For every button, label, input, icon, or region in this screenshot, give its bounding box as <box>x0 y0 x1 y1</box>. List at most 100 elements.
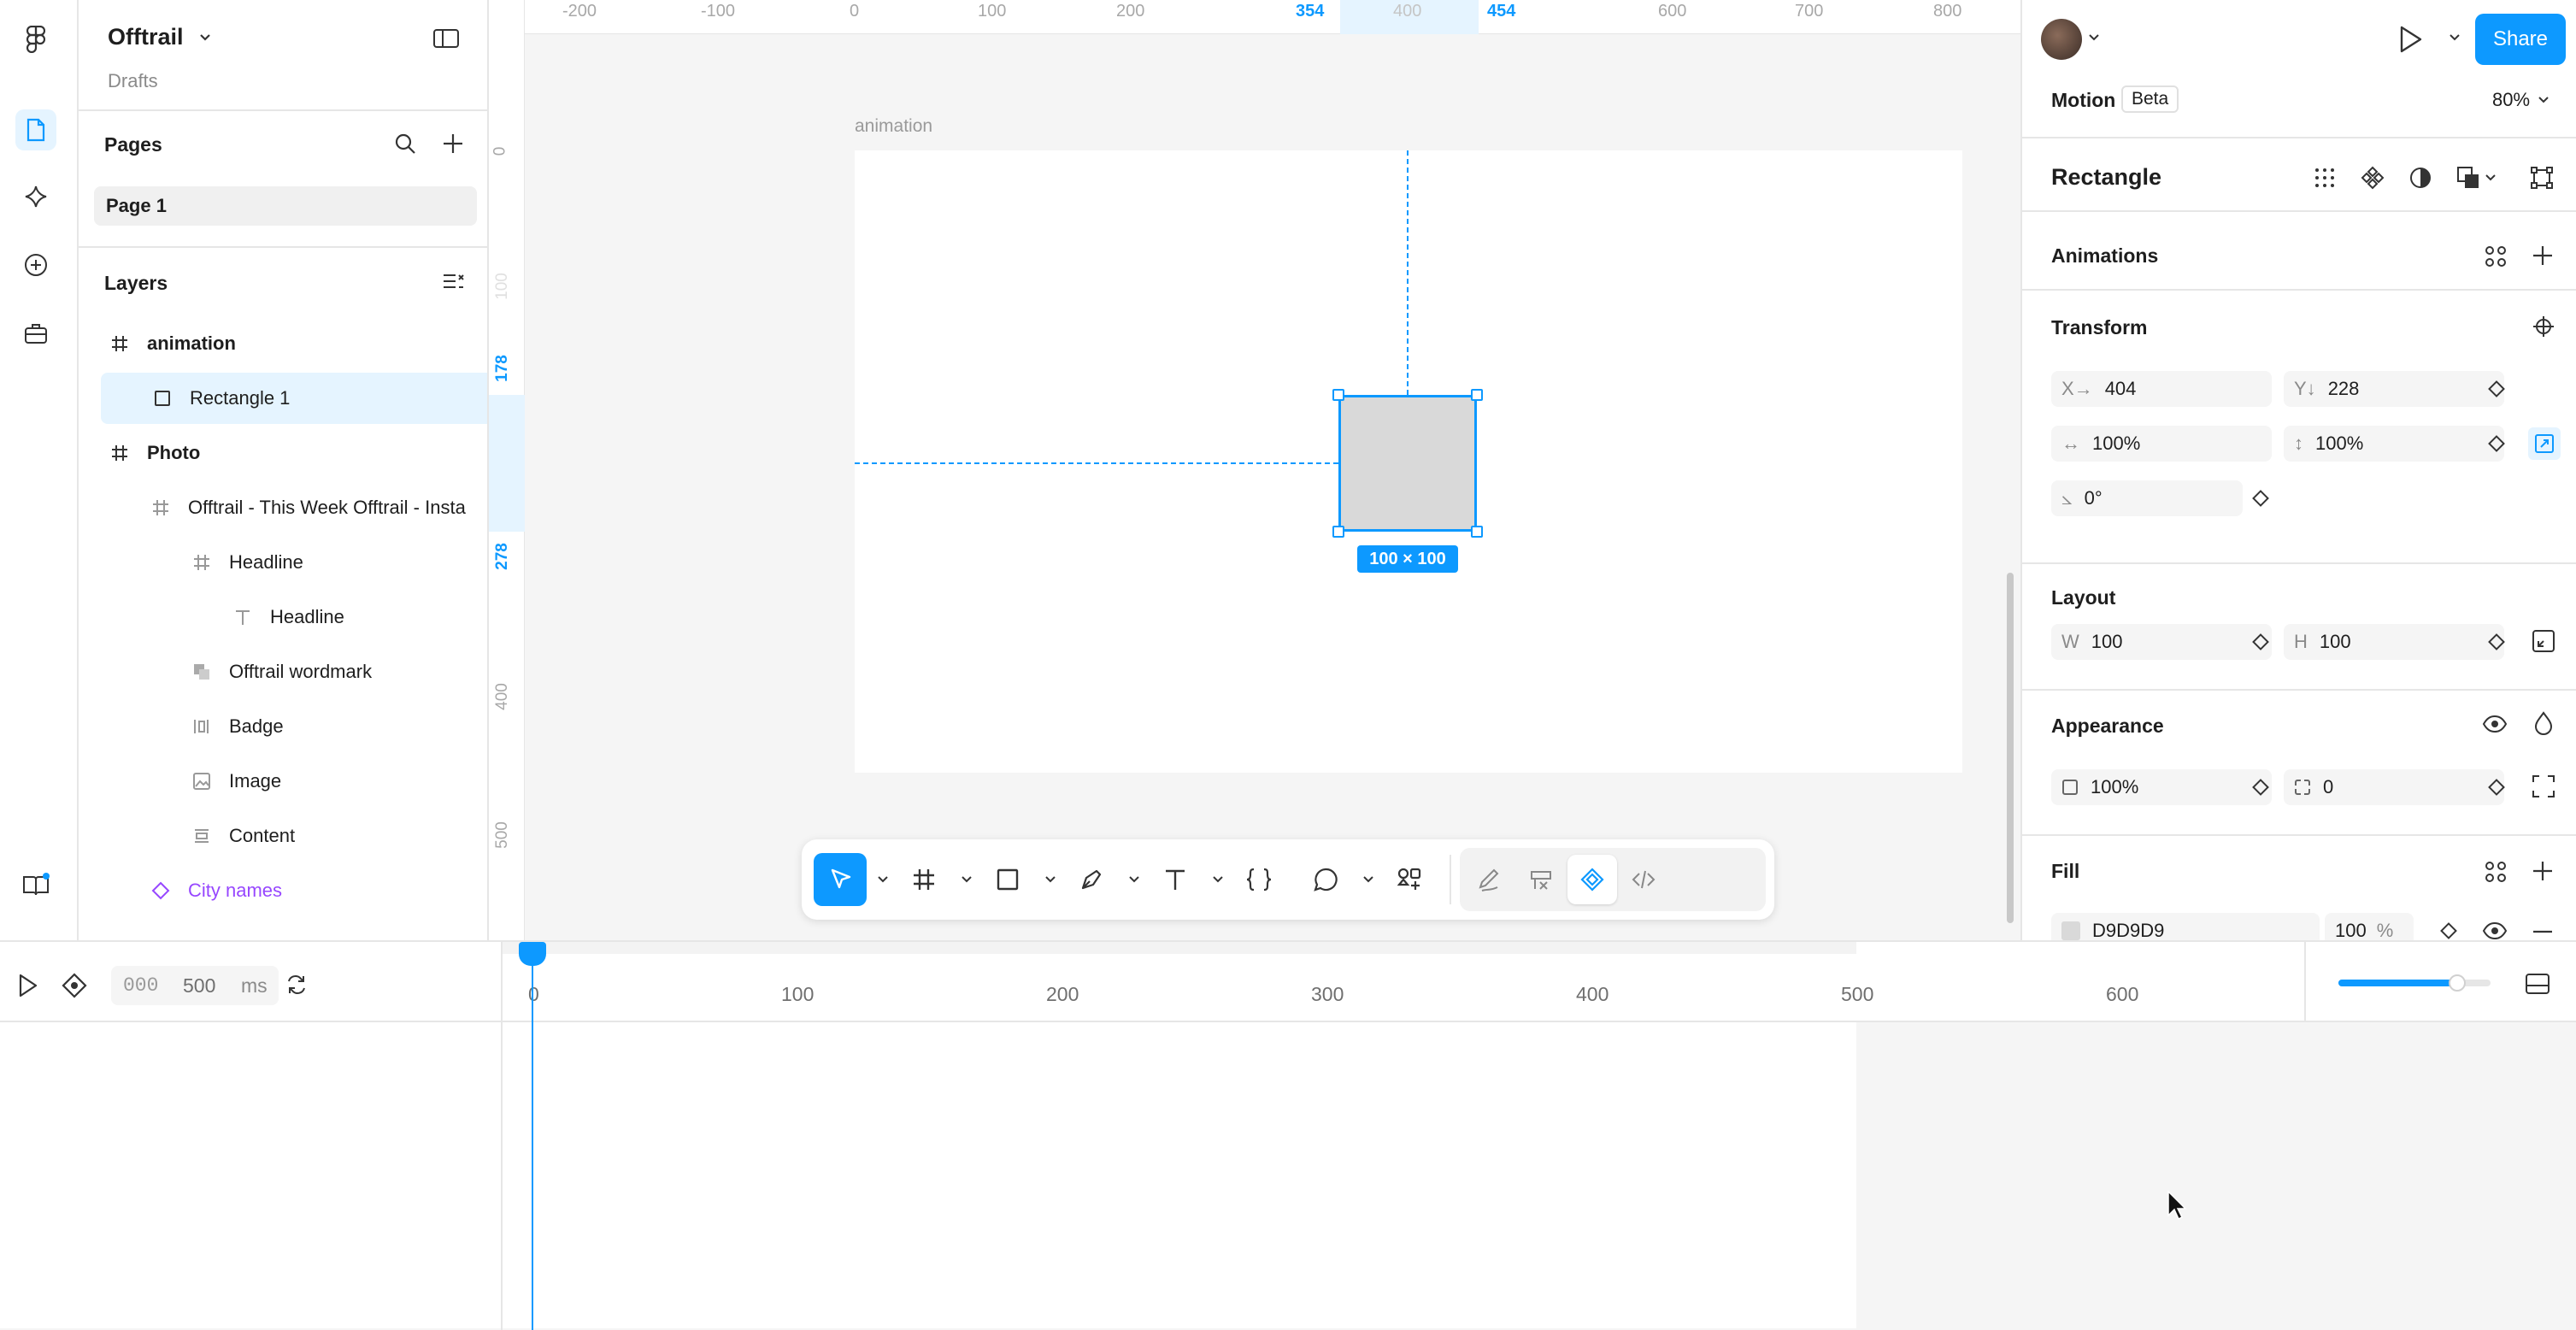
grid-dots-icon[interactable] <box>2313 166 2337 190</box>
zoom-menu[interactable]: 80% <box>2492 89 2549 111</box>
frame-label[interactable]: animation <box>855 116 932 137</box>
independent-corners-icon[interactable] <box>2532 774 2555 798</box>
layer-row[interactable]: Content <box>79 810 487 862</box>
layer-row[interactable]: Photo <box>79 427 487 479</box>
chevron-down-icon[interactable] <box>1043 872 1058 887</box>
height-field[interactable]: H 100 <box>2284 624 2504 660</box>
scale-height-field[interactable]: ↕ 100% <box>2284 426 2504 462</box>
add-page-icon[interactable] <box>441 132 465 156</box>
blend-drop-icon[interactable] <box>2533 711 2554 735</box>
layer-row[interactable]: Headline <box>79 591 487 643</box>
panel-layout-icon[interactable] <box>2525 973 2550 995</box>
chevron-down-icon[interactable] <box>2450 34 2460 41</box>
resize-handle[interactable] <box>1332 526 1344 538</box>
move-tool-button[interactable] <box>814 853 867 906</box>
styles-grid-icon[interactable] <box>2484 860 2508 884</box>
pen-tool-button[interactable] <box>1065 853 1118 906</box>
scale-width-field[interactable]: ↔ 100% <box>2051 426 2272 462</box>
component-icon[interactable] <box>2361 166 2385 190</box>
width-field[interactable]: W 100 <box>2051 624 2272 660</box>
add-icon[interactable] <box>2532 244 2554 267</box>
dev-mode-button[interactable] <box>1619 855 1668 904</box>
page-item[interactable]: Page 1 <box>94 186 477 226</box>
chevron-down-icon[interactable] <box>1126 872 1142 887</box>
timeline-mark: 200 <box>1046 983 1079 1005</box>
fill-color-swatch[interactable] <box>2061 921 2080 940</box>
remove-icon[interactable] <box>2532 930 2554 933</box>
resize-to-fit-icon[interactable] <box>2532 629 2555 653</box>
keyframe-diamond-icon[interactable] <box>2440 922 2457 939</box>
plugins-icon[interactable] <box>15 244 56 285</box>
layer-row[interactable]: Headline <box>79 537 487 588</box>
add-icon[interactable] <box>2532 860 2554 882</box>
loop-icon[interactable] <box>284 973 309 997</box>
text-tool-button[interactable] <box>1149 853 1202 906</box>
add-keyframe-icon[interactable] <box>62 973 87 998</box>
opacity-field[interactable]: 100% <box>2051 769 2272 805</box>
resources-icon[interactable] <box>15 865 56 906</box>
timeline-mark: 300 <box>1311 983 1344 1005</box>
styles-grid-icon[interactable] <box>2484 244 2508 268</box>
rotation-field[interactable]: ⦣ 0° <box>2051 480 2243 516</box>
corner-radius-field[interactable]: 0 <box>2284 769 2504 805</box>
layer-row[interactable]: Offtrail wordmark <box>79 646 487 697</box>
selected-rectangle[interactable] <box>1338 395 1477 532</box>
eye-icon[interactable] <box>2482 715 2508 733</box>
chevron-down-icon[interactable] <box>2089 34 2099 41</box>
timeline-zoom-thumb[interactable] <box>2448 974 2466 992</box>
x-position-field[interactable]: X→ 404 <box>2051 371 2272 407</box>
canvas-scrollbar[interactable] <box>2007 573 2014 923</box>
start-time[interactable]: 000 <box>123 974 158 997</box>
search-pages-icon[interactable] <box>393 132 417 156</box>
mask-icon[interactable] <box>2408 166 2432 190</box>
vector-edit-icon[interactable] <box>2530 166 2554 190</box>
file-icon[interactable] <box>15 109 56 150</box>
resize-handle[interactable] <box>1471 526 1483 538</box>
assets-icon[interactable] <box>15 176 56 217</box>
timeline-scroll-track[interactable] <box>503 942 1856 954</box>
chevron-down-icon[interactable] <box>1210 872 1226 887</box>
chevron-down-icon[interactable] <box>959 872 974 887</box>
play-icon[interactable] <box>17 973 39 998</box>
motion-mode-button[interactable] <box>1567 855 1617 904</box>
sidebar-toggle-icon[interactable] <box>432 27 460 50</box>
play-icon[interactable] <box>2397 24 2424 55</box>
chevron-down-icon[interactable] <box>875 872 891 887</box>
layer-row-selected[interactable]: Rectangle 1 <box>101 373 487 424</box>
chevron-down-icon[interactable] <box>2485 174 2496 181</box>
code-tool-button[interactable] <box>1232 853 1285 906</box>
comment-tool-button[interactable] <box>1299 853 1352 906</box>
boolean-icon[interactable] <box>2456 166 2480 190</box>
layer-options-icon[interactable] <box>441 270 465 294</box>
actions-button[interactable] <box>1383 853 1436 906</box>
draw-mode-button[interactable] <box>1465 855 1514 904</box>
target-icon[interactable] <box>2532 315 2555 338</box>
resize-handle[interactable] <box>1332 389 1344 401</box>
share-button[interactable]: Share <box>2475 14 2566 65</box>
eye-icon[interactable] <box>2482 921 2508 940</box>
frame-tool-button[interactable] <box>897 853 950 906</box>
layer-row[interactable]: Image <box>79 756 487 807</box>
chevron-down-icon[interactable] <box>1361 872 1376 887</box>
toolbox-icon[interactable] <box>15 313 56 354</box>
file-name-menu[interactable]: Offtrail <box>108 24 211 50</box>
draw-icon <box>1479 868 1499 892</box>
constrain-proportions-button[interactable] <box>2528 427 2561 460</box>
design-mode-button[interactable] <box>1516 855 1566 904</box>
mouse-cursor-icon <box>2167 1190 2187 1221</box>
resize-handle[interactable] <box>1471 389 1483 401</box>
fill-color-field[interactable]: D9D9D9 <box>2051 913 2320 940</box>
layer-row[interactable]: animation <box>79 318 487 369</box>
keyframe-diamond-icon[interactable] <box>2252 490 2269 507</box>
layer-row[interactable]: Badge <box>79 701 487 752</box>
rectangle-tool-button[interactable] <box>981 853 1034 906</box>
ruler-tick: 400 <box>492 683 511 710</box>
layer-row[interactable]: City names <box>79 865 487 916</box>
end-time[interactable]: 500 <box>183 974 215 998</box>
y-position-field[interactable]: Y↓ 228 <box>2284 371 2504 407</box>
layer-row[interactable]: Offtrail - This Week Offtrail - Insta <box>79 482 487 533</box>
corner-radius-value: 0 <box>2323 776 2334 797</box>
avatar[interactable] <box>2041 19 2082 60</box>
figma-menu-icon[interactable] <box>15 19 56 60</box>
fill-opacity-field[interactable]: 100 % <box>2325 913 2414 940</box>
